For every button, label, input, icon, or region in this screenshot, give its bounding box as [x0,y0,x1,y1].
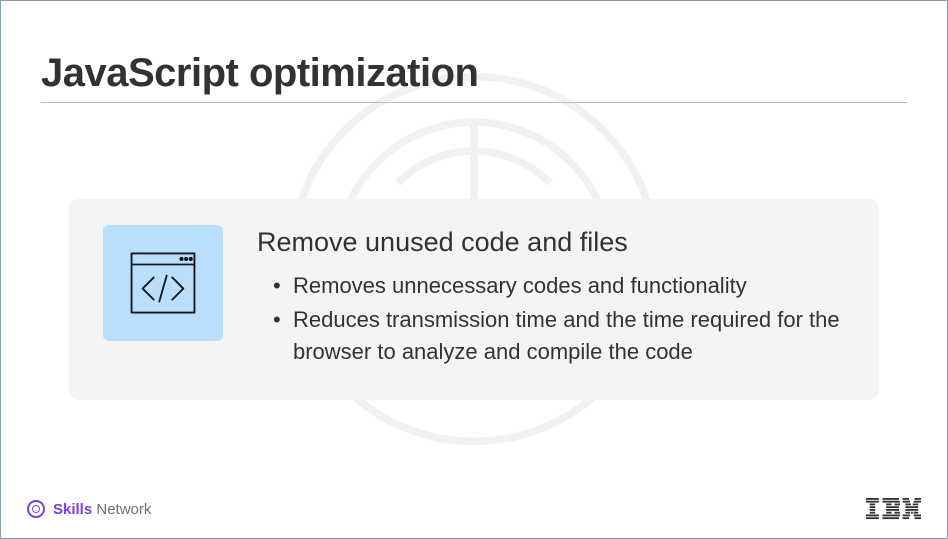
slide-content: JavaScript optimization Remove unused co… [1,1,947,400]
skills-network-logo: Skills Network [27,500,151,518]
ibm-logo [866,498,921,520]
page-title: JavaScript optimization [41,51,907,103]
bullet-item: Reduces transmission time and the time r… [273,304,845,368]
network-word: Network [96,501,151,518]
card-body: Remove unused code and files Removes unn… [257,225,845,370]
footer: Skills Network [1,498,947,520]
skills-word: Skills [53,501,92,518]
card-heading: Remove unused code and files [257,227,845,258]
code-window-icon [103,225,223,341]
bullet-item: Removes unnecessary codes and functional… [273,270,845,302]
skills-orb-icon [27,500,45,518]
bullet-list: Removes unnecessary codes and functional… [257,270,845,368]
info-card: Remove unused code and files Removes unn… [69,199,879,400]
